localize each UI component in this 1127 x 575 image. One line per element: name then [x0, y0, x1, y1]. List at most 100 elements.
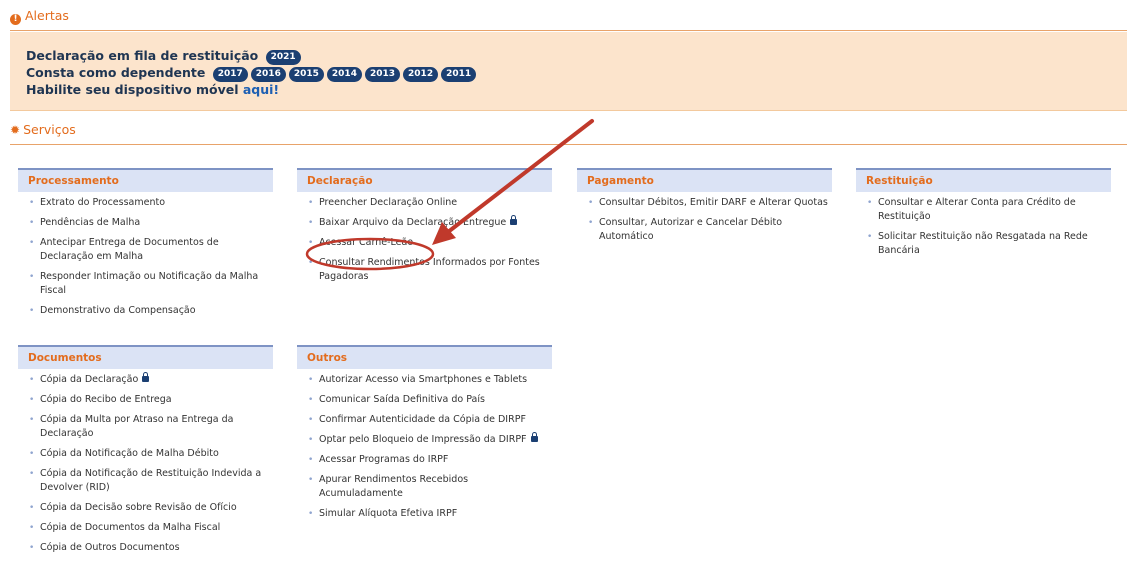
service-link-label[interactable]: Confirmar Autenticidade da Cópia de DIRP…	[319, 414, 526, 425]
service-link[interactable]: • Cópia de Documentos da Malha Fiscal	[18, 521, 273, 535]
service-link[interactable]: • Cópia da Declaração	[18, 372, 273, 387]
service-link[interactable]: • Cópia de Outros Documentos	[18, 541, 273, 555]
service-link-label[interactable]: Autorizar Acesso via Smartphones e Table…	[319, 374, 527, 385]
service-link-label[interactable]: Baixar Arquivo da Declaração Entregue	[319, 217, 506, 228]
year-badge[interactable]: 2015	[288, 67, 324, 82]
alerts-title: Alertas	[25, 8, 69, 23]
box-title-declaracao: Declaração	[297, 168, 552, 192]
service-link-label[interactable]: Cópia da Notificação de Restituição Inde…	[40, 468, 261, 493]
box-documentos: Documentos • Cópia da Declaração • Cópia d…	[18, 345, 273, 561]
service-link[interactable]: • Cópia do Recibo de Entrega	[18, 393, 273, 407]
service-link[interactable]: • Antecipar Entrega de Documentos de Decl…	[18, 236, 273, 264]
year-badge[interactable]: 2012	[403, 67, 439, 82]
service-link[interactable]: • Responder Intimação ou Notificação da M…	[18, 270, 273, 298]
service-link-label[interactable]: Cópia da Decisão sobre Revisão de Ofício	[40, 502, 237, 513]
box-restituicao: Restituição • Consultar e Alterar Conta p…	[856, 168, 1111, 264]
service-link[interactable]: • Cópia da Notificação de Malha Débito	[18, 447, 273, 461]
bullet-icon: •	[29, 503, 35, 513]
box-outros: Outros • Autorizar Acesso via Smartphones…	[297, 345, 552, 527]
service-link[interactable]: • Cópia da Multa por Atraso na Entrega da…	[18, 413, 273, 441]
bullet-icon: •	[867, 232, 873, 242]
bullet-icon: •	[29, 238, 35, 248]
year-badge[interactable]: 2014	[326, 67, 362, 82]
bullet-icon: •	[308, 198, 314, 208]
bullet-icon: •	[29, 375, 35, 385]
enable-device-link[interactable]: aqui!	[243, 82, 279, 97]
service-link-label[interactable]: Cópia da Declaração	[40, 374, 138, 385]
service-link-label[interactable]: Solicitar Restituição não Resgatada na R…	[878, 231, 1088, 256]
services-header: ✹ Serviços	[10, 122, 1127, 145]
service-link[interactable]: • Cópia da Notificação de Restituição Ind…	[18, 467, 273, 495]
service-link[interactable]: • Optar pelo Bloqueio de Impressão da DIR…	[297, 432, 552, 447]
bullet-icon: •	[308, 238, 314, 248]
service-link[interactable]: • Apurar Rendimentos Recebidos Acumuladam…	[297, 473, 552, 501]
service-link[interactable]: • Simular Alíquota Efetiva IRPF	[297, 507, 552, 521]
service-link-label[interactable]: Consultar Rendimentos Informados por Fon…	[319, 257, 540, 282]
service-link-label[interactable]: Cópia da Multa por Atraso na Entrega da …	[40, 414, 233, 439]
box-title-pagamento: Pagamento	[577, 168, 832, 192]
service-link[interactable]: • Autorizar Acesso via Smartphones e Tabl…	[297, 373, 552, 387]
alerts-header: ! Alertas	[10, 8, 1127, 31]
service-link-label[interactable]: Consultar e Alterar Conta para Crédito d…	[878, 197, 1076, 222]
bullet-icon: •	[29, 306, 35, 316]
lock-icon	[510, 215, 518, 225]
service-link-label[interactable]: Simular Alíquota Efetiva IRPF	[319, 508, 457, 519]
service-link-label[interactable]: Cópia de Outros Documentos	[40, 542, 180, 553]
services-title: Serviços	[23, 122, 76, 137]
box-title-documentos: Documentos	[18, 345, 273, 369]
service-link[interactable]: • Preencher Declaração Online	[297, 196, 552, 210]
lock-icon	[142, 372, 150, 382]
service-link-label[interactable]: Cópia do Recibo de Entrega	[40, 394, 172, 405]
service-link-label[interactable]: Cópia da Notificação de Malha Débito	[40, 448, 219, 459]
service-link[interactable]: • Baixar Arquivo da Declaração Entregue	[297, 215, 552, 230]
service-link[interactable]: • Confirmar Autenticidade da Cópia de DIR…	[297, 413, 552, 427]
bullet-icon: •	[308, 395, 314, 405]
service-link-label[interactable]: Cópia de Documentos da Malha Fiscal	[40, 522, 220, 533]
bullet-icon: •	[308, 258, 314, 268]
bullet-icon: •	[308, 509, 314, 519]
service-link-label[interactable]: Apurar Rendimentos Recebidos Acumuladame…	[319, 474, 468, 499]
service-link[interactable]: • Consultar Débitos, Emitir DARF e Altera…	[577, 196, 832, 210]
box-declaracao: Declaração • Preencher Declaração Online …	[297, 168, 552, 290]
service-link-label[interactable]: Consultar, Autorizar e Cancelar Débito A…	[599, 217, 782, 242]
service-link[interactable]: • Acessar Carnê-Leão	[297, 236, 552, 250]
year-badge[interactable]: 2021	[265, 50, 301, 65]
service-link-label[interactable]: Antecipar Entrega de Documentos de Decla…	[40, 237, 219, 262]
service-link-label[interactable]: Extrato do Processamento	[40, 197, 165, 208]
service-link-label[interactable]: Optar pelo Bloqueio de Impressão da DIRP…	[319, 434, 527, 445]
service-link[interactable]: • Pendências de Malha	[18, 216, 273, 230]
service-link[interactable]: • Consultar Rendimentos Informados por Fo…	[297, 256, 552, 284]
service-link[interactable]: • Comunicar Saída Definitiva do País	[297, 393, 552, 407]
year-badge[interactable]: 2011	[441, 67, 477, 82]
service-link-label[interactable]: Comunicar Saída Definitiva do País	[319, 394, 485, 405]
bullet-icon: •	[308, 455, 314, 465]
box-pagamento: Pagamento • Consultar Débitos, Emitir DAR…	[577, 168, 832, 250]
service-link-label[interactable]: Consultar Débitos, Emitir DARF e Alterar…	[599, 197, 828, 208]
exclamation-circle-icon: !	[10, 14, 21, 25]
year-badge[interactable]: 2016	[250, 67, 286, 82]
service-link[interactable]: • Acessar Programas do IRPF	[297, 453, 552, 467]
bullet-icon: •	[29, 523, 35, 533]
service-link[interactable]: • Cópia da Decisão sobre Revisão de Ofíci…	[18, 501, 273, 515]
year-badge[interactable]: 2017	[212, 67, 248, 82]
service-link-label[interactable]: Acessar Carnê-Leão	[319, 237, 413, 248]
box-processamento: Processamento • Extrato do Processamento …	[18, 168, 273, 324]
service-link-label[interactable]: Responder Intimação ou Notificação da Ma…	[40, 271, 258, 296]
service-link-label[interactable]: Demonstrativo da Compensação	[40, 305, 196, 316]
service-link-label[interactable]: Preencher Declaração Online	[319, 197, 457, 208]
year-badge[interactable]: 2013	[364, 67, 401, 82]
service-link[interactable]: • Solicitar Restituição não Resgatada na …	[856, 230, 1111, 258]
service-link[interactable]: • Extrato do Processamento	[18, 196, 273, 210]
bullet-icon: •	[29, 272, 35, 282]
service-link[interactable]: • Consultar e Alterar Conta para Crédito …	[856, 196, 1111, 224]
bullet-icon: •	[308, 435, 314, 445]
bullet-icon: •	[308, 475, 314, 485]
service-link[interactable]: • Demonstrativo da Compensação	[18, 304, 273, 318]
alerts-panel: Declaração em fila de restituição 2021 C…	[10, 32, 1127, 111]
service-link[interactable]: • Consultar, Autorizar e Cancelar Débito …	[577, 216, 832, 244]
bullet-icon: •	[308, 218, 314, 228]
service-link-label[interactable]: Acessar Programas do IRPF	[319, 454, 448, 465]
bullet-icon: •	[588, 218, 594, 228]
box-title-processamento: Processamento	[18, 168, 273, 192]
service-link-label[interactable]: Pendências de Malha	[40, 217, 140, 228]
